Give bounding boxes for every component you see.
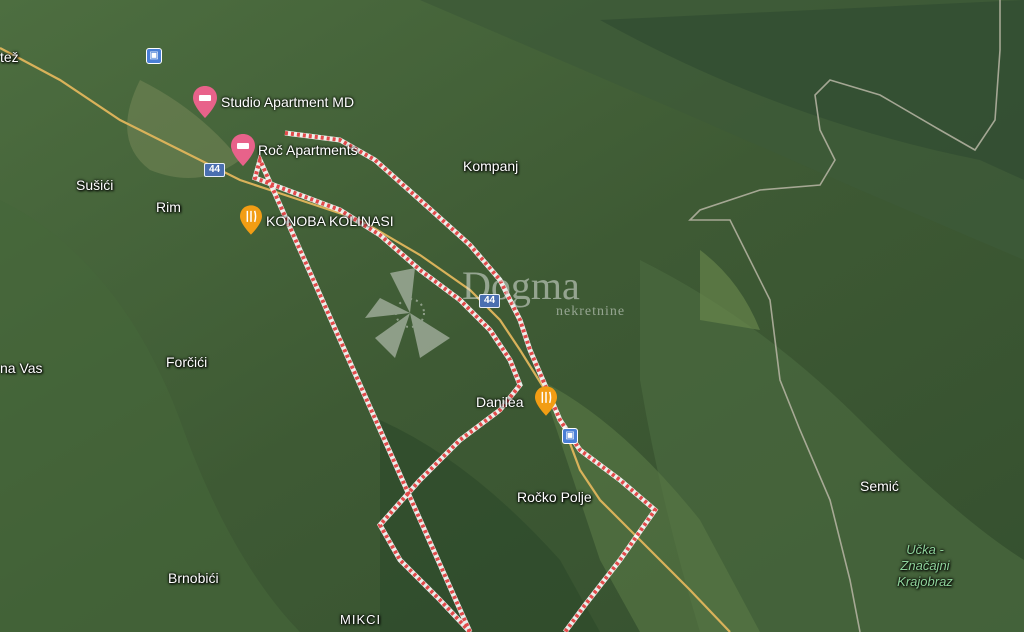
place-label: Brnobići: [168, 570, 219, 586]
poi-label-studio[interactable]: Studio Apartment MD: [221, 94, 354, 110]
place-label: na Vas: [0, 360, 43, 376]
satellite-map[interactable]: [0, 0, 1024, 632]
place-label: tež: [0, 49, 19, 65]
road-shield-44: 44: [479, 294, 501, 308]
restaurant-pin-icon[interactable]: [240, 205, 262, 235]
bus-stop-icon[interactable]: ▣: [146, 48, 162, 64]
watermark-logo: [365, 268, 450, 358]
bus-stop-icon[interactable]: ▣: [562, 428, 578, 444]
place-label: Semić: [860, 478, 899, 494]
poi-label-konoba[interactable]: KONOBA KOLINASI: [266, 213, 394, 229]
place-label: Ročko Polje: [517, 489, 592, 505]
place-label: MIKCI: [340, 612, 382, 627]
poi-label-danilea[interactable]: Danilea: [476, 394, 523, 410]
place-label: Forčići: [166, 354, 208, 370]
place-label: Kompanj: [463, 158, 519, 174]
road-shield-44: 44: [204, 163, 226, 177]
hotel-pin-icon[interactable]: [231, 134, 255, 166]
watermark-subtitle: nekretnine: [556, 304, 626, 319]
poi-label-roc[interactable]: Roč Apartments: [258, 142, 358, 158]
hotel-pin-icon[interactable]: [193, 86, 217, 118]
nature-area-label: Učka - Značajni Krajobraz: [897, 542, 953, 589]
restaurant-pin-icon[interactable]: [535, 386, 557, 416]
place-label: Sušići: [76, 177, 114, 193]
place-label: Rim: [156, 199, 181, 215]
